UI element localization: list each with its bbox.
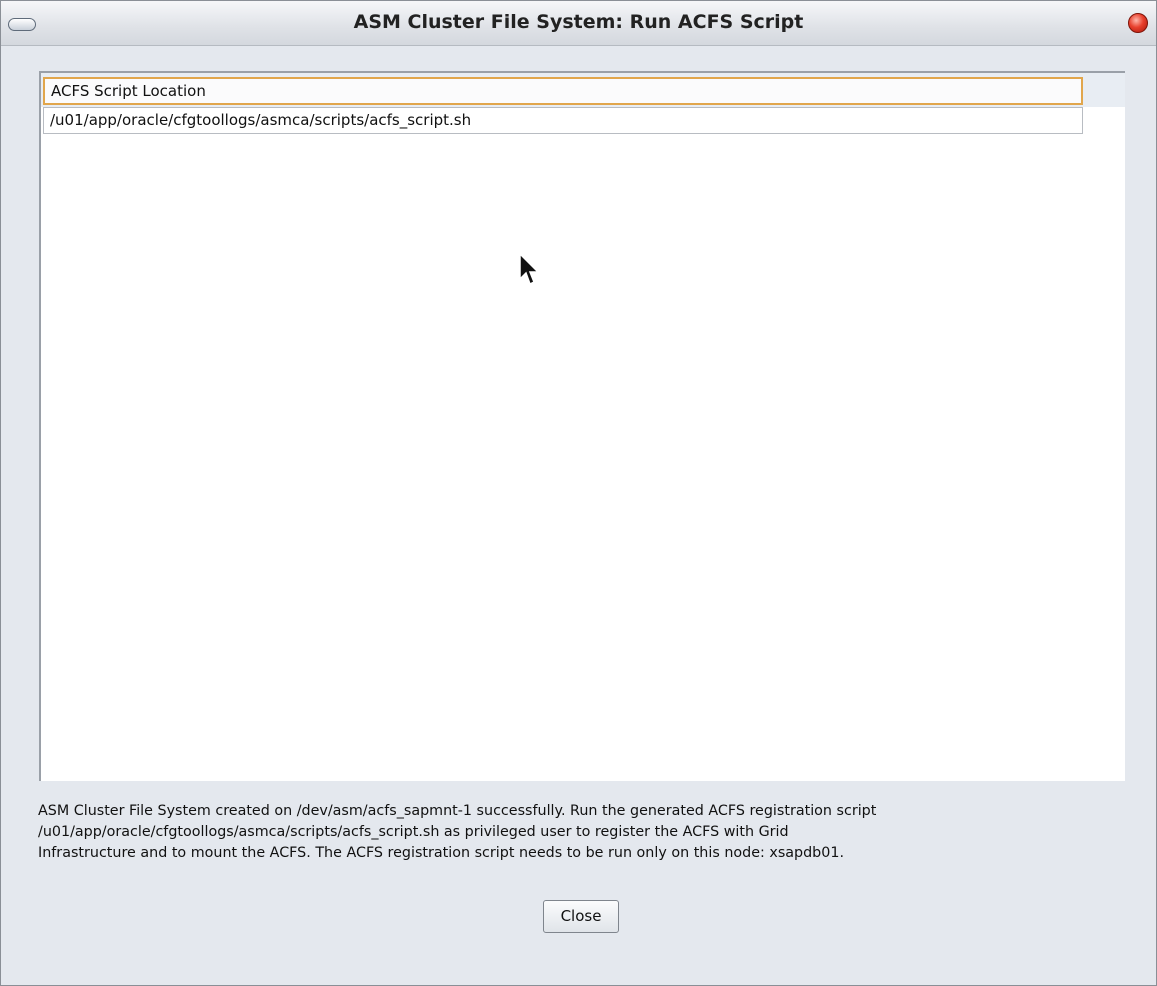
close-button[interactable]: Close: [543, 900, 619, 933]
window-title: ASM Cluster File System: Run ACFS Script: [353, 11, 804, 33]
dialog-window: ASM Cluster File System: Run ACFS Script…: [0, 0, 1157, 986]
status-message: ASM Cluster File System created on /dev/…: [38, 801, 1128, 864]
script-location-table: ACFS Script Location /u01/app/oracle/cfg…: [39, 71, 1125, 781]
message-line: /u01/app/oracle/cfgtoollogs/asmca/script…: [38, 824, 789, 840]
window-close-icon[interactable]: [1128, 13, 1148, 33]
message-line: Infrastructure and to mount the ACFS. Th…: [38, 845, 844, 861]
message-line: ASM Cluster File System created on /dev/…: [38, 803, 877, 819]
mouse-pointer-icon: [519, 253, 540, 286]
column-header-script-location[interactable]: ACFS Script Location: [43, 77, 1083, 105]
table-row[interactable]: /u01/app/oracle/cfgtoollogs/asmca/script…: [43, 107, 1083, 134]
title-bar[interactable]: ASM Cluster File System: Run ACFS Script: [1, 1, 1156, 46]
